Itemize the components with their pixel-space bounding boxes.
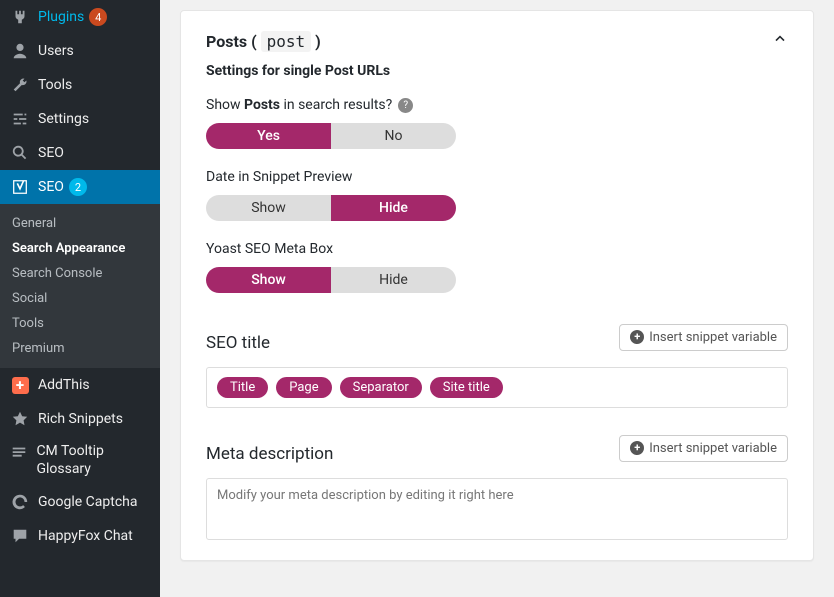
- menu-label: Settings: [38, 111, 89, 127]
- post-type-code: post: [261, 31, 312, 52]
- main-content: Posts ( post ) Settings for single Post …: [160, 0, 834, 597]
- menu-label: AddThis: [38, 377, 90, 393]
- glossary-icon: [10, 443, 28, 463]
- date-preview-label: Date in Snippet Preview: [206, 169, 788, 185]
- metabox-toggle: Show Hide: [206, 267, 456, 293]
- wrench-icon: [10, 75, 30, 95]
- submenu-search-appearance[interactable]: Search Appearance: [0, 236, 160, 261]
- meta-desc-heading: Meta description: [206, 444, 333, 464]
- menu-label: HappyFox Chat: [38, 528, 133, 544]
- menu-label: Plugins: [38, 9, 84, 25]
- user-icon: [10, 41, 30, 61]
- star-icon: [10, 409, 30, 429]
- menu-label: Google Captcha: [38, 494, 138, 510]
- plugin-count-badge: 4: [89, 8, 107, 26]
- seo-title-input[interactable]: Title Page Separator Site title: [206, 367, 788, 408]
- submenu-search-console[interactable]: Search Console: [0, 261, 160, 286]
- menu-rich-snippets[interactable]: Rich Snippets: [0, 402, 160, 436]
- show-posts-label: Show Posts in search results? ?: [206, 97, 788, 113]
- insert-variable-button[interactable]: + Insert snippet variable: [619, 435, 788, 462]
- menu-label: SEO: [38, 145, 64, 161]
- panel-subtitle: Settings for single Post URLs: [206, 63, 788, 79]
- submenu-tools[interactable]: Tools: [0, 311, 160, 336]
- toggle-show[interactable]: Show: [206, 195, 331, 221]
- chat-icon: [10, 526, 30, 546]
- toggle-yes[interactable]: Yes: [206, 123, 331, 149]
- metabox-label: Yoast SEO Meta Box: [206, 241, 788, 257]
- menu-label: Tools: [38, 77, 72, 93]
- recaptcha-icon: [10, 492, 30, 512]
- toggle-show[interactable]: Show: [206, 267, 331, 293]
- menu-label: SEO: [38, 179, 64, 195]
- panel-header[interactable]: Posts ( post ): [206, 31, 788, 51]
- menu-google-captcha[interactable]: Google Captcha: [0, 485, 160, 519]
- menu-addthis[interactable]: + AddThis: [0, 368, 160, 402]
- meta-description-input[interactable]: Modify your meta description by editing …: [206, 478, 788, 540]
- search-icon: [10, 143, 30, 163]
- var-pill-title[interactable]: Title: [217, 377, 268, 398]
- posts-settings-panel: Posts ( post ) Settings for single Post …: [180, 10, 814, 561]
- menu-plugins[interactable]: Plugins 4: [0, 0, 160, 34]
- var-pill-sitetitle[interactable]: Site title: [430, 377, 503, 398]
- plug-icon: [10, 7, 30, 27]
- chevron-up-icon[interactable]: [772, 31, 788, 51]
- menu-label: Rich Snippets: [38, 411, 123, 427]
- seo-title-heading: SEO title: [206, 333, 270, 353]
- toggle-no[interactable]: No: [331, 123, 456, 149]
- menu-users[interactable]: Users: [0, 34, 160, 68]
- menu-seo-top[interactable]: SEO: [0, 136, 160, 170]
- menu-tools[interactable]: Tools: [0, 68, 160, 102]
- menu-happyfox[interactable]: HappyFox Chat: [0, 519, 160, 553]
- meta-placeholder: Modify your meta description by editing …: [217, 488, 514, 503]
- submenu-general[interactable]: General: [0, 211, 160, 236]
- insert-variable-button[interactable]: + Insert snippet variable: [619, 324, 788, 351]
- seo-count-badge: 2: [69, 178, 87, 196]
- submenu-social[interactable]: Social: [0, 286, 160, 311]
- yoast-icon: [10, 177, 30, 197]
- admin-sidebar: Plugins 4 Users Tools Settings SEO SEO 2…: [0, 0, 160, 597]
- menu-cm-tooltip[interactable]: CM Tooltip Glossary: [0, 436, 160, 485]
- var-pill-page[interactable]: Page: [276, 377, 331, 398]
- addthis-icon: +: [10, 375, 30, 395]
- help-icon[interactable]: ?: [398, 98, 413, 113]
- var-pill-separator[interactable]: Separator: [340, 377, 422, 398]
- panel-title: Posts ( post ): [206, 32, 321, 51]
- menu-yoast-seo[interactable]: SEO 2: [0, 170, 160, 204]
- plus-circle-icon: +: [630, 441, 644, 455]
- date-preview-toggle: Show Hide: [206, 195, 456, 221]
- menu-settings[interactable]: Settings: [0, 102, 160, 136]
- menu-label: CM Tooltip Glossary: [36, 443, 152, 478]
- menu-label: Users: [38, 43, 74, 59]
- submenu-premium[interactable]: Premium: [0, 336, 160, 361]
- sliders-icon: [10, 109, 30, 129]
- show-posts-toggle: Yes No: [206, 123, 456, 149]
- toggle-hide[interactable]: Hide: [331, 195, 456, 221]
- toggle-hide[interactable]: Hide: [331, 267, 456, 293]
- plus-circle-icon: +: [630, 330, 644, 344]
- yoast-submenu: General Search Appearance Search Console…: [0, 204, 160, 368]
